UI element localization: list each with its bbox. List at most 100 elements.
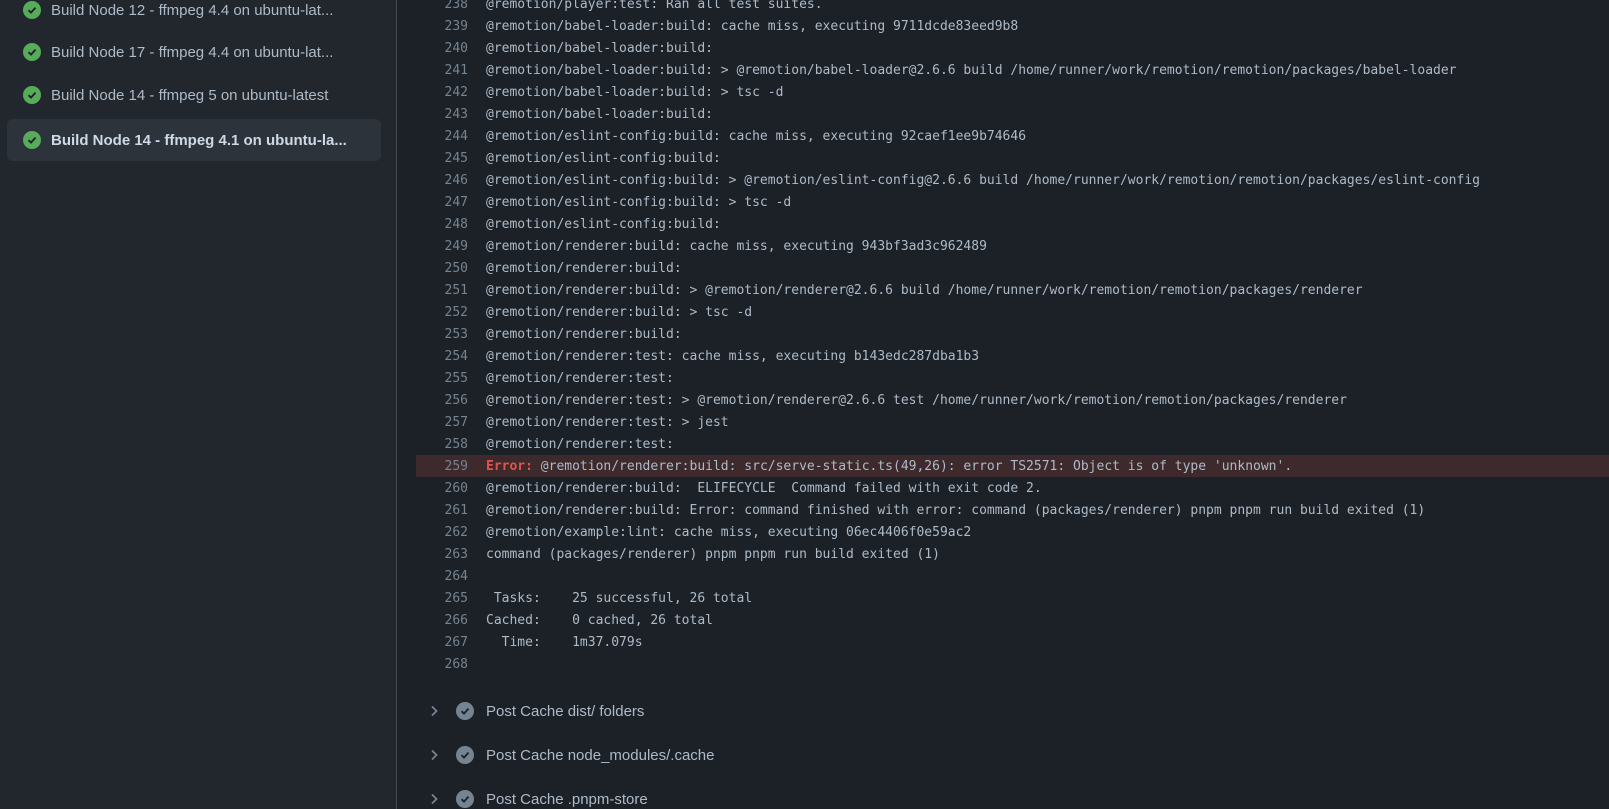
log-line: 253 @remotion/renderer:build: bbox=[416, 323, 1609, 345]
line-number[interactable]: 261 bbox=[416, 503, 468, 518]
line-number[interactable]: 256 bbox=[416, 393, 468, 408]
log-panel: 238 @remotion/player:test: Ran all test s… bbox=[398, 0, 1609, 809]
line-number[interactable]: 262 bbox=[416, 525, 468, 540]
log-text: @remotion/eslint-config:build: > tsc -d bbox=[486, 194, 792, 210]
line-number[interactable]: 259 bbox=[416, 459, 468, 474]
job-item[interactable]: Build Node 17 - ffmpeg 4.4 on ubuntu-lat… bbox=[7, 31, 381, 73]
step-post-cache-pnpm-store[interactable]: Post Cache .pnpm-store bbox=[426, 779, 648, 809]
log-text: @remotion/babel-loader:build: > @remotio… bbox=[486, 62, 1457, 78]
line-number[interactable]: 246 bbox=[416, 173, 468, 188]
log-text: @remotion/renderer:build: bbox=[486, 326, 682, 342]
log-line: 255 @remotion/renderer:test: bbox=[416, 367, 1609, 389]
check-circle-icon bbox=[456, 790, 474, 808]
log-line: 261 @remotion/renderer:build: Error: comm… bbox=[416, 499, 1609, 521]
job-item[interactable]: Build Node 14 - ffmpeg 5 on ubuntu-lates… bbox=[7, 74, 381, 116]
line-number[interactable]: 268 bbox=[416, 657, 468, 672]
line-number[interactable]: 264 bbox=[416, 569, 468, 584]
step-label: Post Cache .pnpm-store bbox=[486, 790, 648, 808]
log-text: Time: 1m37.079s bbox=[486, 634, 643, 650]
log-text: @remotion/babel-loader:build: cache miss… bbox=[486, 18, 1019, 34]
line-number[interactable]: 247 bbox=[416, 195, 468, 210]
line-number[interactable]: 254 bbox=[416, 349, 468, 364]
line-number[interactable]: 248 bbox=[416, 217, 468, 232]
check-circle-icon bbox=[456, 746, 474, 764]
log-text: Error: @remotion/renderer:build: src/ser… bbox=[486, 459, 1292, 474]
line-number[interactable]: 255 bbox=[416, 371, 468, 386]
line-number[interactable]: 265 bbox=[416, 591, 468, 606]
log-line: 245 @remotion/eslint-config:build: bbox=[416, 147, 1609, 169]
log-text: @remotion/renderer:build: Error: command… bbox=[486, 502, 1426, 518]
line-number[interactable]: 238 bbox=[416, 0, 468, 12]
log-line: 242 @remotion/babel-loader:build: > tsc -… bbox=[416, 81, 1609, 103]
log-line: 239 @remotion/babel-loader:build: cache m… bbox=[416, 15, 1609, 37]
check-circle-icon bbox=[23, 1, 41, 19]
check-circle-icon bbox=[23, 131, 41, 149]
step-post-cache-node-modules[interactable]: Post Cache node_modules/.cache bbox=[426, 735, 714, 775]
line-number[interactable]: 241 bbox=[416, 63, 468, 78]
check-circle-icon bbox=[23, 43, 41, 61]
chevron-right-icon[interactable] bbox=[426, 791, 442, 807]
log-line: 252 @remotion/renderer:build: > tsc -d bbox=[416, 301, 1609, 323]
job-label: Build Node 14 - ffmpeg 5 on ubuntu-lates… bbox=[51, 86, 329, 104]
error-prefix: Error: bbox=[486, 458, 533, 474]
log-line: 251 @remotion/renderer:build: > @remotion… bbox=[416, 279, 1609, 301]
line-number[interactable]: 239 bbox=[416, 19, 468, 34]
log-text: @remotion/renderer:test: > @remotion/ren… bbox=[486, 392, 1347, 408]
log-line: 246 @remotion/eslint-config:build: > @rem… bbox=[416, 169, 1609, 191]
line-number[interactable]: 243 bbox=[416, 107, 468, 122]
job-item-selected[interactable]: Build Node 14 - ffmpeg 4.1 on ubuntu-la.… bbox=[7, 119, 381, 161]
line-number[interactable]: 242 bbox=[416, 85, 468, 100]
job-label: Build Node 14 - ffmpeg 4.1 on ubuntu-la.… bbox=[51, 131, 347, 149]
log-line: 267 Time: 1m37.079s bbox=[416, 631, 1609, 653]
check-circle-icon bbox=[456, 702, 474, 720]
line-number[interactable]: 257 bbox=[416, 415, 468, 430]
log-line: 265 Tasks: 25 successful, 26 total bbox=[416, 587, 1609, 609]
line-number[interactable]: 240 bbox=[416, 41, 468, 56]
log-text: @remotion/babel-loader:build: bbox=[486, 40, 713, 56]
log-line: 263 command (packages/renderer) pnpm pnpm… bbox=[416, 543, 1609, 565]
line-number[interactable]: 253 bbox=[416, 327, 468, 342]
log-line: 262 @remotion/example:lint: cache miss, e… bbox=[416, 521, 1609, 543]
log-text: @remotion/renderer:build: > tsc -d bbox=[486, 304, 753, 320]
step-label: Post Cache node_modules/.cache bbox=[486, 746, 715, 764]
log-text: @remotion/player:test: Ran all test suit… bbox=[486, 0, 823, 12]
log-line: 247 @remotion/eslint-config:build: > tsc … bbox=[416, 191, 1609, 213]
error-message: @remotion/renderer:build: src/serve-stat… bbox=[532, 458, 1293, 474]
log-text: Tasks: 25 successful, 26 total bbox=[486, 590, 753, 606]
log-text: @remotion/example:lint: cache miss, exec… bbox=[486, 524, 972, 540]
log-line: 249 @remotion/renderer:build: cache miss,… bbox=[416, 235, 1609, 257]
log-line: 241 @remotion/babel-loader:build: > @remo… bbox=[416, 59, 1609, 81]
line-number[interactable]: 263 bbox=[416, 547, 468, 562]
log-line: 248 @remotion/eslint-config:build: bbox=[416, 213, 1609, 235]
jobs-sidebar: Build Node 12 - ffmpeg 4.4 on ubuntu-lat… bbox=[0, 0, 397, 809]
log-line: 257 @remotion/renderer:test: > jest bbox=[416, 411, 1609, 433]
log-text: @remotion/eslint-config:build: > @remoti… bbox=[486, 172, 1480, 188]
line-number[interactable]: 266 bbox=[416, 613, 468, 628]
log-line: 258 @remotion/renderer:test: bbox=[416, 433, 1609, 455]
log-line: 243 @remotion/babel-loader:build: bbox=[416, 103, 1609, 125]
line-number[interactable]: 245 bbox=[416, 151, 468, 166]
line-number[interactable]: 249 bbox=[416, 239, 468, 254]
log-text: Cached: 0 cached, 26 total bbox=[486, 612, 713, 628]
log-text: @remotion/babel-loader:build: bbox=[486, 106, 713, 122]
log-text: @remotion/renderer:test: bbox=[486, 436, 674, 452]
log-line-error: 259 Error: @remotion/renderer:build: src/… bbox=[416, 455, 1609, 477]
line-number[interactable]: 260 bbox=[416, 481, 468, 496]
line-number[interactable]: 258 bbox=[416, 437, 468, 452]
log-line: 260 @remotion/renderer:build: ELIFECYCLE … bbox=[416, 477, 1609, 499]
log-line: 268 bbox=[416, 653, 1609, 675]
job-label: Build Node 17 - ffmpeg 4.4 on ubuntu-lat… bbox=[51, 43, 334, 61]
log-line: 250 @remotion/renderer:build: bbox=[416, 257, 1609, 279]
job-item[interactable]: Build Node 12 - ffmpeg 4.4 on ubuntu-lat… bbox=[7, 0, 381, 31]
chevron-right-icon[interactable] bbox=[426, 747, 442, 763]
line-number[interactable]: 252 bbox=[416, 305, 468, 320]
line-number[interactable]: 251 bbox=[416, 283, 468, 298]
line-number[interactable]: 244 bbox=[416, 129, 468, 144]
log-line: 240 @remotion/babel-loader:build: bbox=[416, 37, 1609, 59]
line-number[interactable]: 250 bbox=[416, 261, 468, 276]
step-post-cache-dist[interactable]: Post Cache dist/ folders bbox=[426, 691, 644, 731]
chevron-right-icon[interactable] bbox=[426, 703, 442, 719]
log-text: @remotion/renderer:build: cache miss, ex… bbox=[486, 238, 987, 254]
line-number[interactable]: 267 bbox=[416, 635, 468, 650]
log-line: 256 @remotion/renderer:test: > @remotion/… bbox=[416, 389, 1609, 411]
